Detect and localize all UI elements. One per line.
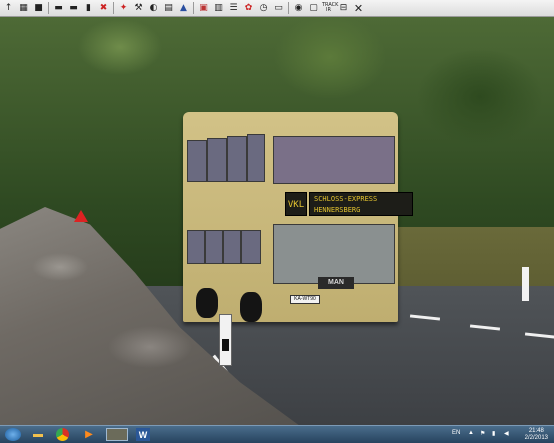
vehicle-icon[interactable]: ✦ (117, 2, 130, 15)
eye-icon[interactable]: ◉ (292, 2, 305, 15)
brand-badge: MAN (318, 277, 354, 289)
camera-icon[interactable]: ▭ (272, 2, 285, 15)
clock-time: 21:48 (528, 428, 544, 434)
upper-window (247, 134, 265, 182)
destination-line-1: SCHLOSS-EXPRESS (314, 195, 378, 203)
media-player-icon[interactable]: ▶ (82, 428, 96, 441)
game-app-icon[interactable] (106, 428, 128, 441)
bus-alt-icon[interactable]: ▬ (67, 2, 80, 15)
word-icon[interactable]: W (136, 428, 150, 441)
route-number-display: VKL (285, 192, 307, 216)
flag-icon[interactable]: ⚑ (480, 430, 485, 437)
arrow-up-icon[interactable]: ↑ (2, 2, 15, 15)
list-icon[interactable]: ☰ (227, 2, 240, 15)
window-icon[interactable]: ▢ (307, 2, 320, 15)
lower-window (205, 230, 223, 264)
toolbar-separator (48, 2, 49, 14)
toolbar: ↑ ▦ ■ ▬ ▬ ▮ ✖ ✦ ⚒ ◐ ▤ ▲ ▣ ▥ ☰ ✿ ◷ ▭ ◉ ▢ … (0, 0, 554, 17)
explorer-icon[interactable]: ▬ (31, 428, 45, 441)
bus-front-icon[interactable]: ▮ (82, 2, 95, 15)
road-marker-post (219, 314, 232, 366)
lower-window (187, 230, 205, 264)
warning-sign-icon (74, 210, 88, 222)
road-center-line (409, 314, 441, 321)
chrome-icon[interactable] (56, 428, 69, 441)
close-x-icon[interactable]: ✖ (97, 2, 110, 15)
book-icon[interactable]: ▣ (197, 2, 210, 15)
network-icon[interactable]: ▮ (492, 430, 495, 437)
ir-label: IR (326, 7, 331, 13)
toolbar-separator (193, 2, 194, 14)
tray-arrow-icon[interactable]: ▲ (468, 430, 474, 436)
road-sign-icon[interactable]: ⊟ (337, 2, 350, 15)
upper-window (227, 136, 247, 182)
windscreen (273, 224, 395, 284)
rear-wheel (196, 288, 218, 318)
windows-taskbar: ▬ ▶ W EN ▲ ⚑ ▮ ◀ 21:48 2/2/2013 (0, 425, 554, 443)
toolbar-separator (113, 2, 114, 14)
bell-icon[interactable]: ▲ (177, 2, 190, 15)
timetable-icon[interactable]: ▥ (212, 2, 225, 15)
toolbar-separator (288, 2, 289, 14)
lower-window (223, 230, 241, 264)
layer-icon[interactable]: ▤ (162, 2, 175, 15)
bus-icon[interactable]: ▬ (52, 2, 65, 15)
front-wheel (240, 292, 262, 322)
upper-window (187, 140, 207, 182)
road-center-line (524, 332, 554, 339)
destination-line-2: HENNERSBERG (314, 206, 361, 214)
upper-window (207, 138, 227, 182)
upper-front-window (273, 136, 395, 184)
track-ir-button[interactable]: TRACK IR (322, 2, 338, 15)
clock-icon[interactable]: ◷ (257, 2, 270, 15)
map-icon[interactable]: ▦ (17, 2, 30, 15)
clock-date: 2/2/2013 (524, 435, 548, 441)
volume-icon[interactable]: ◀ (504, 430, 509, 437)
game-viewport[interactable]: VKL SCHLOSS-EXPRESS HENNERSBERG MAN KA-W… (0, 17, 554, 426)
road-marker-post (522, 267, 529, 301)
save-icon[interactable]: ■ (32, 2, 45, 15)
road-center-line (469, 324, 501, 331)
windows-start-icon[interactable] (5, 428, 21, 441)
destination-display: SCHLOSS-EXPRESS HENNERSBERG (309, 192, 413, 216)
wrench-icon[interactable]: ⚒ (132, 2, 145, 15)
close-icon[interactable]: ✕ (352, 2, 365, 15)
language-indicator[interactable]: EN (452, 430, 460, 436)
ai-icon[interactable]: ◐ (147, 2, 160, 15)
system-clock[interactable]: 21:48 2/2/2013 (525, 428, 548, 442)
settings-icon[interactable]: ✿ (242, 2, 255, 15)
license-plate: KA-WT90 (290, 295, 320, 304)
lower-window (241, 230, 261, 264)
reflector-icon (222, 339, 229, 351)
double-decker-bus: VKL SCHLOSS-EXPRESS HENNERSBERG MAN KA-W… (183, 112, 413, 322)
